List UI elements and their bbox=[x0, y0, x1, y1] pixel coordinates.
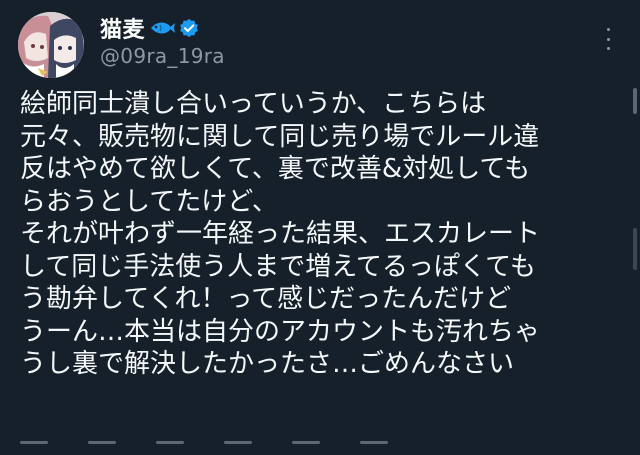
scrollbar-track-mark bbox=[633, 228, 637, 270]
footer-fragment bbox=[224, 441, 252, 444]
tweet-line: うし裏で解決したかったさ…ごめんなさい bbox=[20, 349, 515, 379]
footer-fragment bbox=[360, 441, 388, 444]
tweet-line: らおうとしてたけど、 bbox=[20, 186, 278, 217]
author-handle[interactable]: @09ra_19ra bbox=[100, 44, 225, 68]
more-options-button[interactable] bbox=[598, 26, 618, 52]
tweet-line: う勘弁してくれ！って感じだったんだけど bbox=[20, 284, 512, 314]
more-icon bbox=[606, 28, 610, 31]
tweet-line: それが叶わず一年経った結果、エスカレート bbox=[20, 219, 541, 249]
tweet-line: うーん…本当は自分のアカウントも汚れちゃ bbox=[20, 316, 541, 347]
avatar-illustration bbox=[18, 12, 84, 78]
avatar[interactable] bbox=[18, 12, 84, 78]
author-name-row[interactable]: 猫麦 bbox=[100, 12, 199, 44]
footer-fragment bbox=[292, 441, 320, 444]
more-icon-dot bbox=[606, 47, 610, 50]
verified-badge-icon bbox=[179, 18, 199, 38]
tweet-line: して同じ手法使う人まで増えてるっぽくても bbox=[20, 251, 536, 282]
footer-fragment bbox=[20, 441, 48, 444]
fish-icon bbox=[149, 19, 176, 37]
more-icon-dot bbox=[606, 37, 610, 41]
footer-fragment bbox=[88, 441, 116, 444]
scrollbar-thumb[interactable] bbox=[633, 88, 637, 114]
tweet-line: 絵師同士潰し合いっていうか、こちらは bbox=[20, 89, 487, 119]
tweet-line: 元々、販売物に関して同じ売り場でルール違 bbox=[20, 121, 540, 152]
footer-fragment bbox=[156, 441, 184, 444]
tweet-text: 絵師同士潰し合いっていうか、こちらは 元々、販売物に関して同じ売り場でルール違 … bbox=[20, 88, 620, 381]
display-name[interactable]: 猫麦 bbox=[100, 12, 145, 44]
tweet-line: 反はやめて欲しくて、裏で改善&対処しても bbox=[20, 154, 531, 184]
